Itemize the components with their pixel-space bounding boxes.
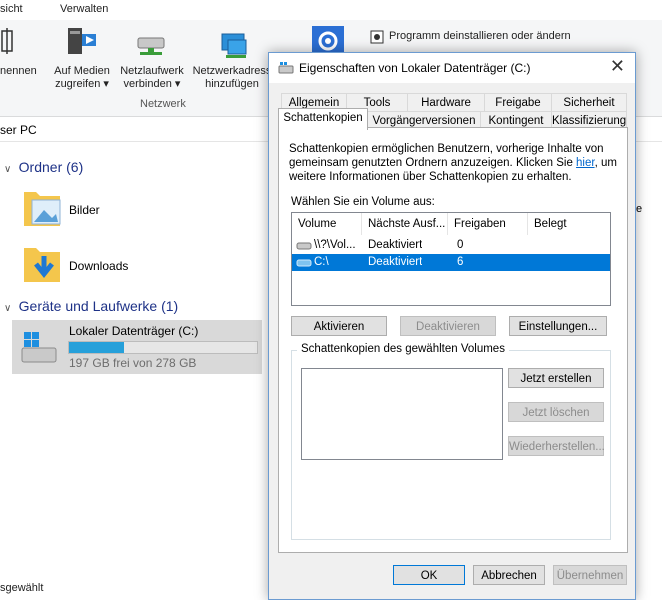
dropdown-arrow-icon: ▾ [174,78,181,90]
volume-list[interactable]: Volume Nächste Ausf... Freigaben Belegt … [291,212,611,306]
snapshots-group-title: Schattenkopien des gewählten Volumes [297,343,509,355]
cell-volume: C:\ [314,256,329,268]
uninstall-program-button[interactable]: Programm deinstallieren oder ändern [389,30,571,43]
folder-label-downloads[interactable]: Downloads [69,259,128,273]
create-now-button[interactable]: Jetzt erstellen [508,368,604,388]
add-network-location-button[interactable]: Netzwerkadress hinzufügen [190,65,274,91]
drive-usage-fill [69,342,124,353]
column-header-used[interactable]: Belegt [528,213,610,235]
devices-section-title: Geräte und Laufwerke (1) [18,298,179,314]
status-bar-text: sgewählt [0,582,44,594]
downloads-folder-icon[interactable] [22,242,62,286]
close-icon[interactable]: ✕ [610,56,625,77]
shadow-copies-panel: Schattenkopien ermöglichen Benutzern, vo… [278,127,628,553]
dialog-titlebar[interactable]: Eigenschaften von Lokaler Datenträger (C… [269,53,635,83]
delete-now-button[interactable]: Jetzt löschen [508,402,604,422]
side-letter: e [636,203,643,215]
cancel-button[interactable]: Abbrechen [473,565,545,585]
volume-select-label: Wählen Sie ein Volume aus: [291,196,435,208]
rename-icon [0,28,14,54]
network-location-icon [220,32,250,60]
restore-button[interactable]: Wiederherstellen... [508,436,605,456]
snapshots-list[interactable] [301,368,503,460]
cell-next-run: Deaktiviert [368,256,423,268]
properties-dialog: Eigenschaften von Lokaler Datenträger (C… [268,52,636,600]
drive-free-space: 197 GB frei von 278 GB [69,356,197,370]
media-line1: Auf Medien [54,65,110,77]
map-network-drive-button[interactable]: Netzlaufwerk verbinden ▾ [116,65,188,91]
dropdown-arrow-icon: ▾ [103,78,109,90]
tab-hardware[interactable]: Hardware [407,93,485,112]
desc-line-2: gemeinsam genutzten Ordnern anzuzeigen. … [289,157,577,169]
pictures-folder-icon[interactable] [22,186,62,230]
tab-freigabe[interactable]: Freigabe [484,93,552,112]
enable-button[interactable]: Aktivieren [291,316,387,336]
cell-next-run: Deaktiviert [368,239,423,251]
tab-schattenkopien[interactable]: Schattenkopien [278,108,368,130]
devices-section-header[interactable]: ∨ Geräte und Laufwerke (1) [4,298,178,314]
network-drive-icon [136,34,168,56]
folders-section-header[interactable]: ∨ Ordner (6) [4,159,83,175]
ok-button[interactable]: OK [393,565,465,585]
settings-button[interactable]: Einstellungen... [509,316,607,336]
network-group-label: Netzwerk [140,98,186,110]
volume-row-selected[interactable]: C:\ Deaktiviert 6 [292,254,610,271]
tab-sicherheit[interactable]: Sicherheit [551,93,627,112]
address-text: ser PC [0,123,37,137]
desc-line-1: Schattenkopien ermöglichen Benutzern, vo… [289,143,604,155]
column-header-volume[interactable]: Volume [292,213,362,235]
netaddr-line1: Netzwerkadress [192,65,272,77]
network-line1: Netzlaufwerk [120,65,184,77]
column-header-shares[interactable]: Freigaben [448,213,528,235]
drive-item-c[interactable]: Lokaler Datenträger (C:) 197 GB frei von… [12,320,262,374]
ribbon-tab-bar: sicht Verwalten [0,0,662,21]
cell-shares: 0 [457,239,464,251]
network-line2: verbinden [123,78,172,90]
help-link[interactable]: hier [576,157,595,169]
cell-volume: \\?\Vol... [314,239,356,251]
desc-line-3: weitere Informationen über Schattenkopie… [289,171,572,183]
desc-line-2-end: , um [594,157,617,169]
apply-button[interactable]: Übernehmen [553,565,627,585]
description-text: Schattenkopien ermöglichen Benutzern, vo… [289,142,619,184]
media-line2: zugreifen [55,78,101,90]
tab-verwalten[interactable]: Verwalten [60,3,108,15]
drive-small-icon [296,257,312,267]
volume-row[interactable]: \\?\Vol... Deaktiviert 0 [292,237,610,254]
dialog-title: Eigenschaften von Lokaler Datenträger (C… [299,61,531,75]
windows-drive-icon [18,330,60,366]
tab-ansicht[interactable]: sicht [0,3,23,15]
rename-button[interactable]: nennen [0,65,37,78]
folders-section-title: Ordner (6) [18,159,84,175]
media-server-icon [64,26,98,58]
drive-small-icon [296,240,312,250]
folder-label-bilder[interactable]: Bilder [69,203,100,217]
chevron-down-icon: ∨ [4,303,12,314]
chevron-down-icon: ∨ [4,164,12,175]
drive-name: Lokaler Datenträger (C:) [69,324,199,338]
disable-button[interactable]: Deaktivieren [400,316,496,336]
column-header-next-run[interactable]: Nächste Ausf... [362,213,448,235]
drive-usage-bar [68,341,258,354]
uninstall-icon [370,30,384,44]
netaddr-line2: hinzufügen [205,78,259,90]
drive-title-icon [278,62,294,74]
media-access-button[interactable]: Auf Medien zugreifen ▾ [52,65,112,91]
cell-shares: 6 [457,256,464,268]
